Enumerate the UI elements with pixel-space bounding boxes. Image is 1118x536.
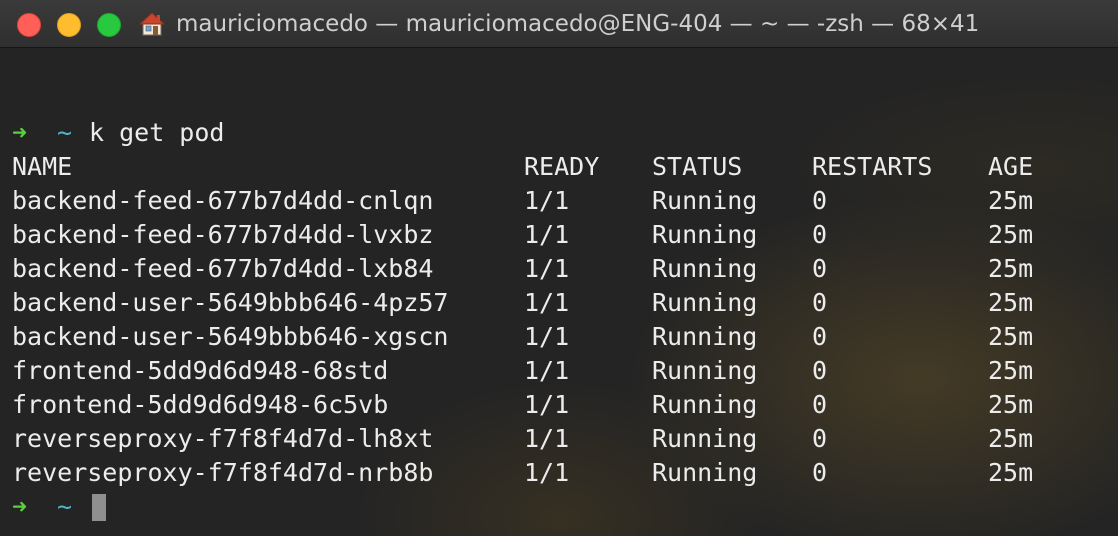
pod-status: Running: [652, 390, 758, 419]
table-row: frontend-5dd9d6d948-6c5vb 1/1 Running 0 …: [12, 388, 1033, 422]
pod-restarts: 0: [812, 390, 828, 419]
pod-name: backend-feed-677b7d4dd-lxb84: [12, 254, 434, 283]
pod-ready: 1/1: [524, 288, 570, 317]
header-age: AGE: [988, 152, 1034, 181]
maximize-icon[interactable]: [97, 13, 121, 37]
pod-status: Running: [652, 186, 758, 215]
pod-ready: 1/1: [524, 424, 570, 453]
pod-status: Running: [652, 288, 758, 317]
window-title-group: mauriciomacedo — mauriciomacedo@ENG-404 …: [138, 0, 979, 48]
table-row: backend-user-5649bbb646-4pz57 1/1 Runnin…: [12, 286, 1033, 320]
home-icon: [138, 12, 166, 36]
pod-name: backend-user-5649bbb646-4pz57: [12, 288, 449, 317]
pod-status: Running: [652, 220, 758, 249]
header-restarts: RESTARTS: [812, 152, 933, 181]
pod-age: 25m: [988, 254, 1034, 283]
pod-restarts: 0: [812, 288, 828, 317]
pod-status: Running: [652, 424, 758, 453]
pod-name: frontend-5dd9d6d948-68std: [12, 356, 389, 385]
prompt-arrow: ➜: [12, 118, 28, 147]
pod-restarts: 0: [812, 186, 828, 215]
table-row: reverseproxy-f7f8f4d7d-lh8xt 1/1 Running…: [12, 422, 1033, 456]
pod-name: backend-user-5649bbb646-xgscn: [12, 322, 449, 351]
pod-restarts: 0: [812, 220, 828, 249]
header-name: NAME: [12, 152, 73, 181]
pod-restarts: 0: [812, 458, 828, 487]
pod-age: 25m: [988, 458, 1034, 487]
pod-restarts: 0: [812, 356, 828, 385]
pod-restarts: 0: [812, 322, 828, 351]
table-row: backend-feed-677b7d4dd-lxb84 1/1 Running…: [12, 252, 1033, 286]
minimize-icon[interactable]: [57, 13, 81, 37]
terminal-output[interactable]: ➜ ~ k get pod NAME READY STATUS RESTARTS…: [0, 48, 1118, 536]
pod-status: Running: [652, 458, 758, 487]
pod-ready: 1/1: [524, 220, 570, 249]
pod-age: 25m: [988, 220, 1034, 249]
prompt-dir: ~: [57, 118, 73, 147]
table-row: backend-feed-677b7d4dd-cnlqn 1/1 Running…: [12, 184, 1033, 218]
pod-name: backend-feed-677b7d4dd-lvxbz: [12, 220, 434, 249]
pod-age: 25m: [988, 356, 1034, 385]
table-header: NAME READY STATUS RESTARTS AGE: [12, 150, 1033, 184]
pod-restarts: 0: [812, 424, 828, 453]
command-line: ➜ ~ k get pod: [12, 116, 224, 150]
pod-status: Running: [652, 322, 758, 351]
text-cursor[interactable]: [92, 494, 106, 521]
pod-age: 25m: [988, 288, 1034, 317]
pod-name: backend-feed-677b7d4dd-cnlqn: [12, 186, 434, 215]
pod-age: 25m: [988, 390, 1034, 419]
window-title: mauriciomacedo — mauriciomacedo@ENG-404 …: [176, 11, 980, 37]
pod-name: reverseproxy-f7f8f4d7d-lh8xt: [12, 424, 434, 453]
pod-ready: 1/1: [524, 356, 570, 385]
title-bar[interactable]: mauriciomacedo — mauriciomacedo@ENG-404 …: [0, 0, 1118, 48]
pod-restarts: 0: [812, 254, 828, 283]
pod-name: frontend-5dd9d6d948-6c5vb: [12, 390, 389, 419]
prompt-line: ➜ ~: [12, 490, 106, 524]
pod-ready: 1/1: [524, 322, 570, 351]
prompt-arrow: ➜: [12, 492, 28, 521]
command-text: k get pod: [89, 118, 225, 147]
header-ready: READY: [524, 152, 600, 181]
terminal-window: mauriciomacedo — mauriciomacedo@ENG-404 …: [0, 0, 1118, 536]
pod-status: Running: [652, 254, 758, 283]
close-icon[interactable]: [17, 13, 41, 37]
table-row: backend-feed-677b7d4dd-lvxbz 1/1 Running…: [12, 218, 1033, 252]
pod-name: reverseproxy-f7f8f4d7d-nrb8b: [12, 458, 434, 487]
table-row: reverseproxy-f7f8f4d7d-nrb8b 1/1 Running…: [12, 456, 1033, 490]
table-row: frontend-5dd9d6d948-68std 1/1 Running 0 …: [12, 354, 1033, 388]
pod-status: Running: [652, 356, 758, 385]
prompt-dir: ~: [57, 492, 73, 521]
header-status: STATUS: [652, 152, 743, 181]
pod-age: 25m: [988, 424, 1034, 453]
pod-age: 25m: [988, 322, 1034, 351]
pod-ready: 1/1: [524, 458, 570, 487]
pod-age: 25m: [988, 186, 1034, 215]
table-row: backend-user-5649bbb646-xgscn 1/1 Runnin…: [12, 320, 1033, 354]
pod-ready: 1/1: [524, 254, 570, 283]
pod-ready: 1/1: [524, 390, 570, 419]
pod-ready: 1/1: [524, 186, 570, 215]
